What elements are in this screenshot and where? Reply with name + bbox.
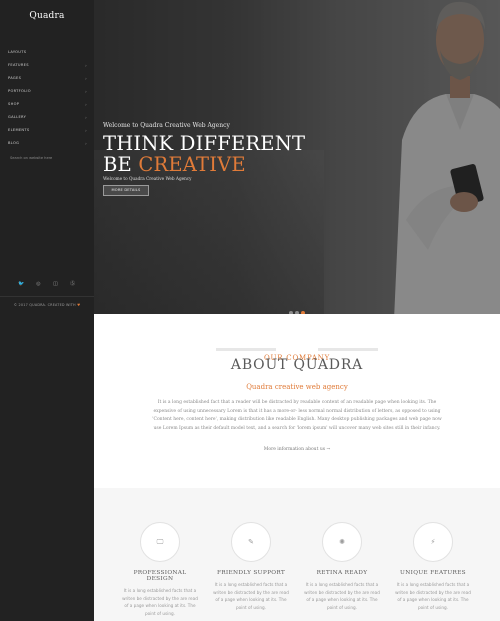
feature-title: RETINA READY [316, 570, 368, 576]
hero-headline: THINK DIFFERENT [103, 132, 306, 155]
sidebar-item-label: ELEMENTS [8, 128, 30, 132]
feature-card: ⚡ UNIQUE FEATURES It is a long establish… [393, 522, 473, 611]
about-section: OUR COMPANY ABOUT QUADRA Quadra creative… [94, 314, 500, 488]
features-section: 🖵 PROFESSIONAL DESIGN It is a long estab… [94, 488, 500, 621]
sidebar-item-blog[interactable]: BLOG › [0, 137, 94, 150]
sidebar-item-label: BLOG [8, 141, 20, 145]
social-links: 🐦 ◎ ◫ Ⓢ [0, 270, 94, 289]
sidebar-item-gallery[interactable]: GALLERY › [0, 111, 94, 124]
twitter-icon[interactable]: 🐦 [15, 281, 27, 287]
chevron-right-icon: › [85, 89, 87, 94]
copyright: © 2017 QUADRA. CREATED WITH ♥ [0, 303, 94, 307]
divider [0, 296, 94, 297]
sidebar-item-pages[interactable]: PAGES › [0, 72, 94, 85]
sidebar: Quadra LAYOUTS FEATURES › PAGES › PORTFOLI… [0, 0, 94, 621]
sidebar-item-label: SHOP [8, 102, 20, 106]
sidebar-item-shop[interactable]: SHOP › [0, 98, 94, 111]
hero-welcome: Welcome to Quadra Creative Web Agency [103, 122, 230, 129]
feature-card: ✎ FRIENDLY SUPPORT It is a long establis… [211, 522, 291, 611]
sidebar-menu: LAYOUTS FEATURES › PAGES › PORTFOLIO › SHOP… [0, 46, 94, 150]
feather-icon: ✎ [231, 522, 271, 562]
sidebar-item-elements[interactable]: ELEMENTS › [0, 124, 94, 137]
feature-text: It is a long established facts that a wr… [122, 588, 198, 616]
more-info-link[interactable]: More information about us → [94, 447, 500, 452]
monitor-icon: 🖵 [140, 522, 180, 562]
feature-title: UNIQUE FEATURES [400, 570, 466, 576]
sidebar-item-layouts[interactable]: LAYOUTS [0, 46, 94, 59]
skype-icon[interactable]: Ⓢ [67, 280, 79, 287]
chevron-right-icon: › [85, 102, 87, 107]
chevron-right-icon: › [85, 128, 87, 133]
sun-icon: ✺ [322, 522, 362, 562]
slider-pagination [289, 300, 307, 314]
hero-slider: Welcome to Quadra Creative Web Agency TH… [94, 0, 500, 314]
feature-text: It is a long established facts that a wr… [395, 582, 471, 610]
dribbble-icon[interactable]: ◎ [32, 281, 44, 287]
feature-text: It is a long established facts that a wr… [213, 582, 289, 610]
feature-card: ✺ RETINA READY It is a long established … [302, 522, 382, 611]
feature-title: PROFESSIONAL DESIGN [133, 570, 187, 582]
sidebar-item-portfolio[interactable]: PORTFOLIO › [0, 85, 94, 98]
sidebar-item-label: GALLERY [8, 115, 27, 119]
about-body-text: It is a long established fact that a rea… [152, 400, 442, 431]
instagram-icon[interactable]: ◫ [50, 281, 62, 287]
search-input[interactable]: Search on website here [10, 153, 86, 163]
feature-text: It is a long established facts that a wr… [304, 582, 380, 610]
feature-title: FRIENDLY SUPPORT [216, 570, 286, 576]
hero-headline-prefix: BE [103, 153, 139, 176]
chevron-right-icon: › [85, 141, 87, 146]
chevron-right-icon: › [85, 76, 87, 81]
hero-subtext: Welcome to Quadra Creative Web Agency [103, 176, 192, 181]
heart-icon: ♥ [77, 303, 81, 307]
logo[interactable]: Quadra [0, 11, 94, 21]
hero-headline-accent: CREATIVE [138, 153, 246, 176]
lightning-icon: ⚡ [413, 522, 453, 562]
chevron-right-icon: › [85, 115, 87, 120]
chevron-right-icon: › [85, 63, 87, 68]
hero-headline-2: BE CREATIVE [103, 153, 246, 176]
sidebar-item-label: LAYOUTS [8, 50, 27, 54]
sidebar-item-features[interactable]: FEATURES › [0, 59, 94, 72]
sidebar-item-label: FEATURES [8, 63, 29, 67]
feature-card: 🖵 PROFESSIONAL DESIGN It is a long estab… [120, 522, 200, 617]
sidebar-item-label: PORTFOLIO [8, 89, 31, 93]
copyright-text: © 2017 QUADRA. CREATED WITH [13, 303, 76, 307]
more-details-button[interactable]: MORE DETAILS [103, 185, 149, 196]
section-title: ABOUT QUADRA [230, 357, 364, 373]
sidebar-item-label: PAGES [8, 76, 22, 80]
section-subtitle: Quadra creative web agency [246, 383, 348, 391]
